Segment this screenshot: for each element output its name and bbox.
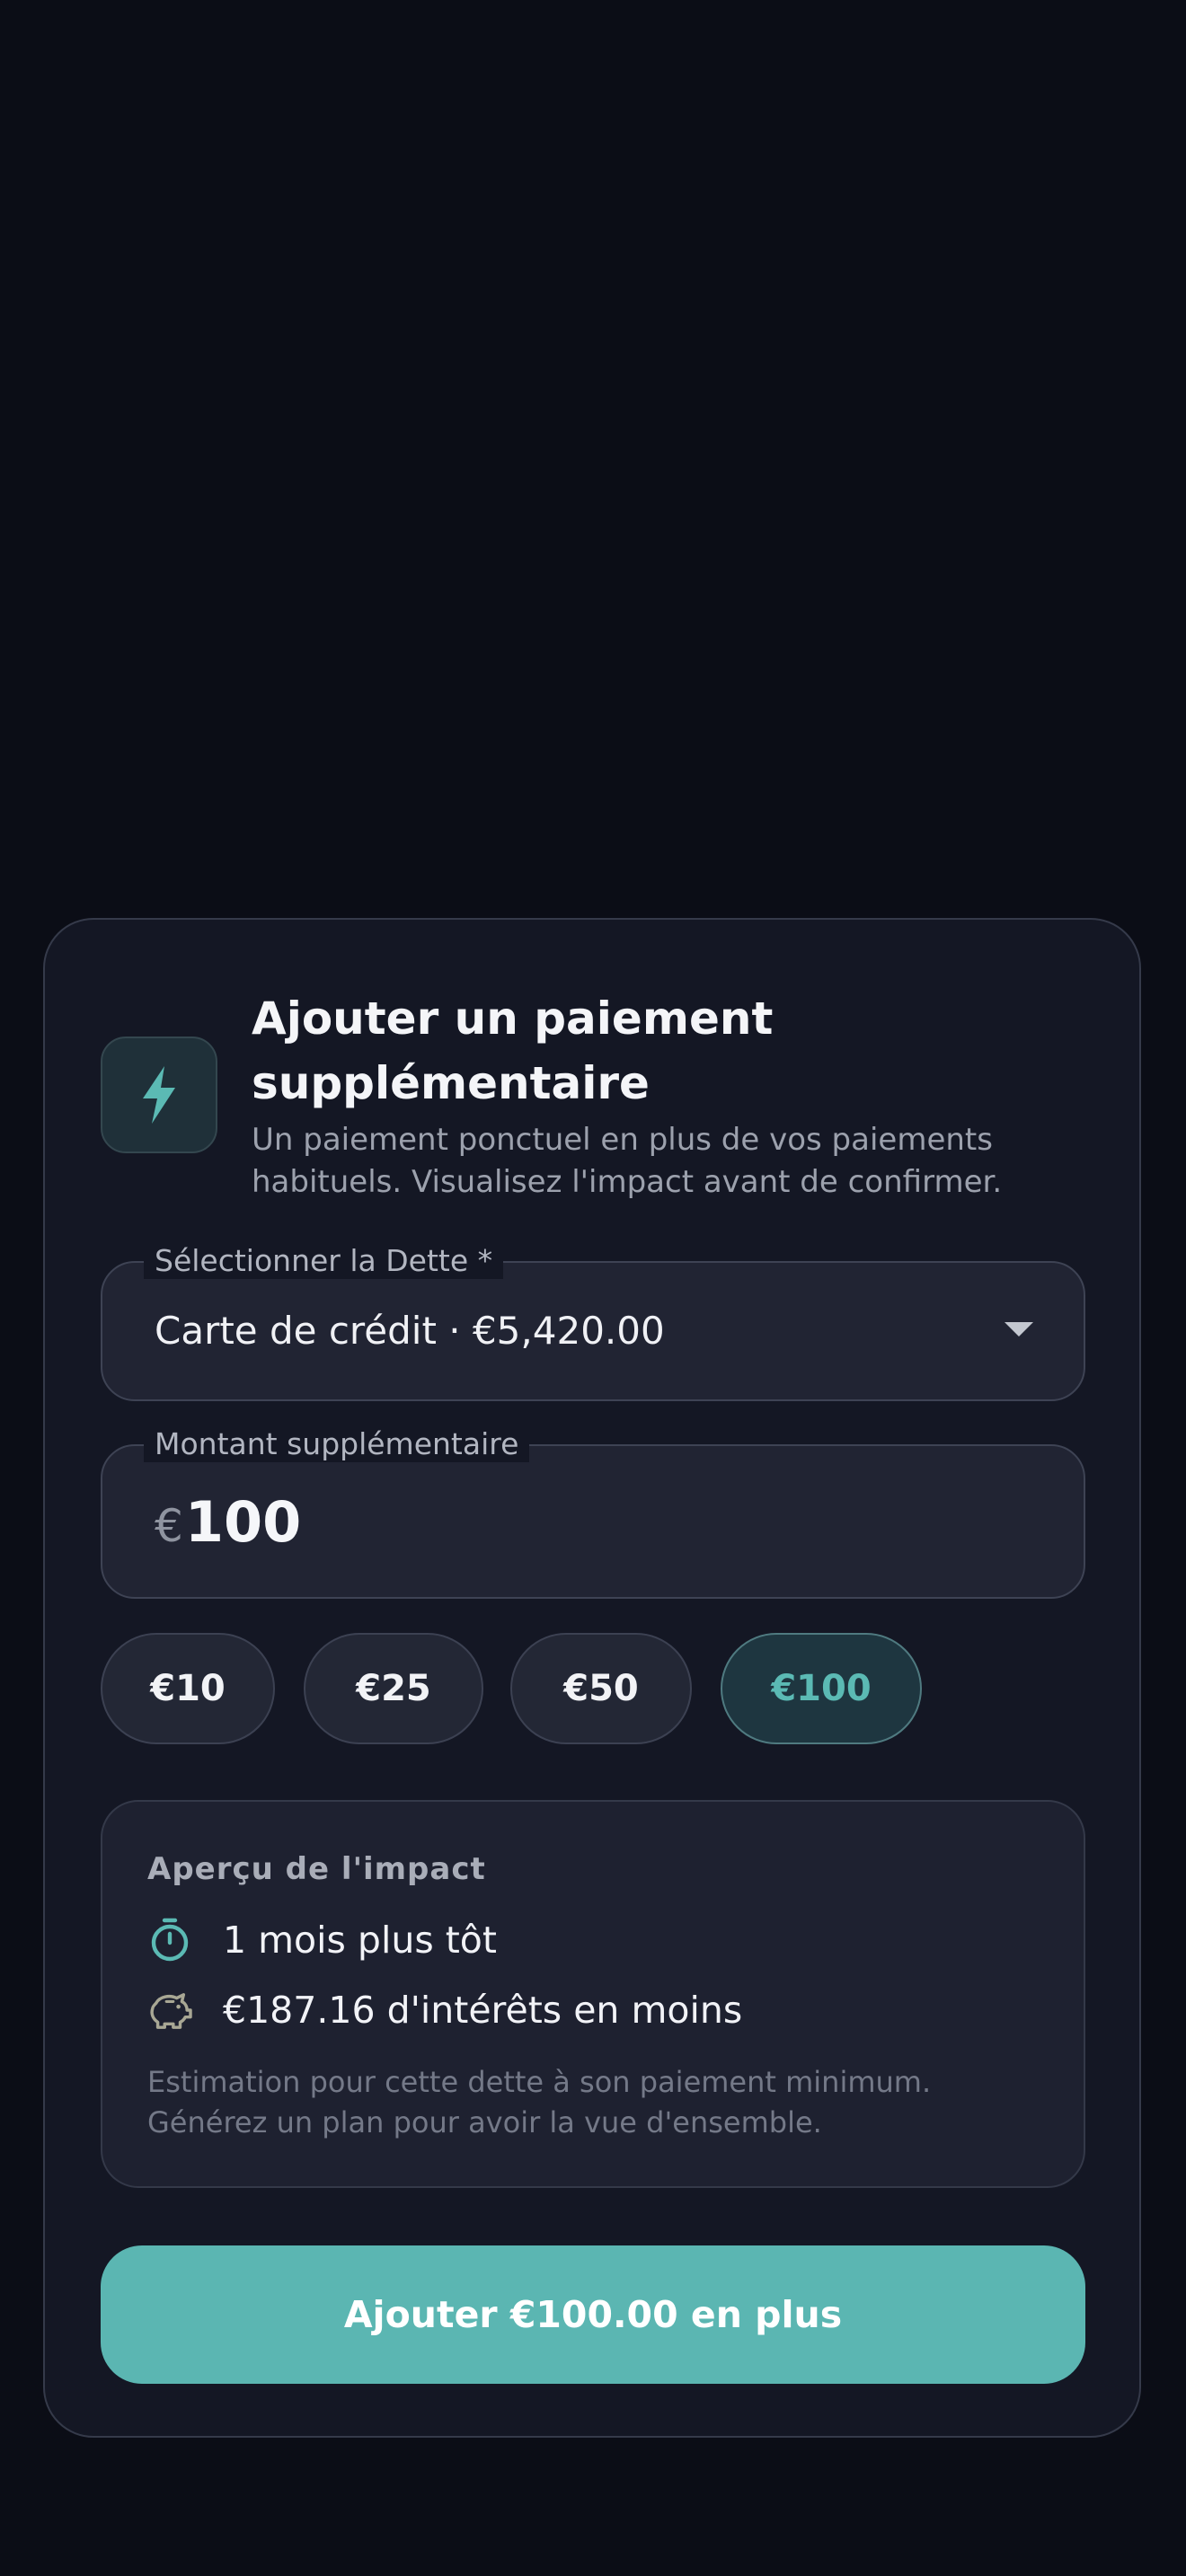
piggy-bank-icon (147, 1988, 192, 2033)
impact-note: Estimation pour cette dette à son paieme… (147, 2065, 932, 2139)
quick-amount-100[interactable]: €100 (721, 1633, 922, 1744)
quick-amount-25[interactable]: €25 (304, 1633, 483, 1744)
lightning-bolt-icon (101, 1037, 217, 1153)
extra-amount-label: Montant supplémentaire (144, 1426, 530, 1462)
quick-amount-10[interactable]: €10 (101, 1633, 275, 1744)
sheet-title: Ajouter un paiement supplémentaire (252, 992, 774, 1109)
impact-row-interest: €187.16 d'intérêts en moins (147, 1983, 742, 2037)
impact-title: Aperçu de l'impact (147, 1851, 486, 1887)
chevron-down-icon (1005, 1322, 1033, 1337)
impact-interest-text: €187.16 d'intérêts en moins (223, 1989, 743, 2032)
sheet-subtitle: Un paiement ponctuel en plus de vos paie… (252, 1122, 1003, 1200)
debt-select-value: Carte de crédit · €5,420.00 (155, 1309, 665, 1353)
currency-prefix: € (155, 1500, 183, 1552)
impact-time-text: 1 mois plus tôt (223, 1919, 497, 1962)
add-extra-payment-button[interactable]: Ajouter €100.00 en plus (101, 2245, 1085, 2384)
timer-icon (147, 1918, 192, 1963)
debt-select[interactable]: Sélectionner la Dette * Carte de crédit … (101, 1243, 1085, 1401)
add-extra-payment-sheet: Ajouter un paiement supplémentaire Un pa… (43, 918, 1141, 2438)
amount-value: 100 (184, 1489, 302, 1555)
amount-row: € 100 (155, 1489, 301, 1555)
impact-preview-card: Aperçu de l'impact 1 mois plus tôt €187.… (101, 1800, 1085, 2188)
extra-amount-input[interactable]: Montant supplémentaire € 100 (101, 1426, 1085, 1599)
impact-row-time: 1 mois plus tôt (147, 1913, 497, 1967)
quick-amount-50[interactable]: €50 (510, 1633, 692, 1744)
debt-select-label: Sélectionner la Dette * (144, 1243, 504, 1279)
page: Ajouter un paiement supplémentaire Un pa… (0, 0, 1186, 2576)
